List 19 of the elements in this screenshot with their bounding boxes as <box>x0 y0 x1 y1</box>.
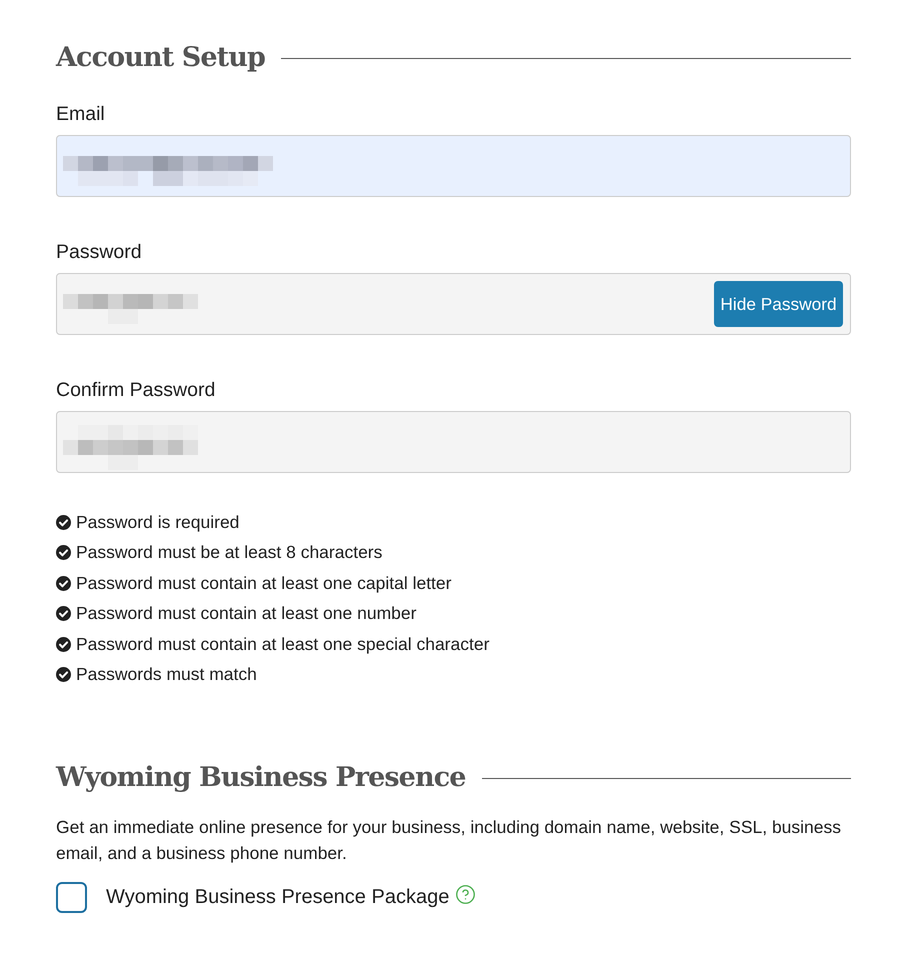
input-field[interactable]: Hide Password <box>56 273 851 335</box>
input-field[interactable] <box>56 411 851 473</box>
package-checkbox[interactable] <box>56 882 87 913</box>
requirement-text: Password must be at least 8 characters <box>76 542 382 564</box>
requirement-text: Passwords must match <box>76 664 257 686</box>
section-heading: Wyoming Business Presence <box>56 761 466 795</box>
requirement-text: Password must contain at least one special character <box>76 634 490 655</box>
field-label: Email <box>56 103 105 125</box>
hide-password-button[interactable]: Hide Password <box>714 281 843 327</box>
input-field[interactable] <box>56 135 851 197</box>
section-heading: Account Setup <box>56 41 265 75</box>
checkbox-label: Wyoming Business Presence Package <box>106 886 450 909</box>
section-description: Get an immediate online presence for your business, including domain name, website, SSL, business email, and a business phone number. <box>56 816 842 865</box>
field-label: Confirm Password <box>56 379 216 401</box>
field-label: Password <box>56 241 142 263</box>
requirement-text: Password must contain at least one number <box>76 603 416 624</box>
requirement-text: Password is required <box>76 512 240 533</box>
help-icon[interactable] <box>455 884 476 905</box>
requirement-text: Password must contain at least one capital letter <box>76 572 452 594</box>
